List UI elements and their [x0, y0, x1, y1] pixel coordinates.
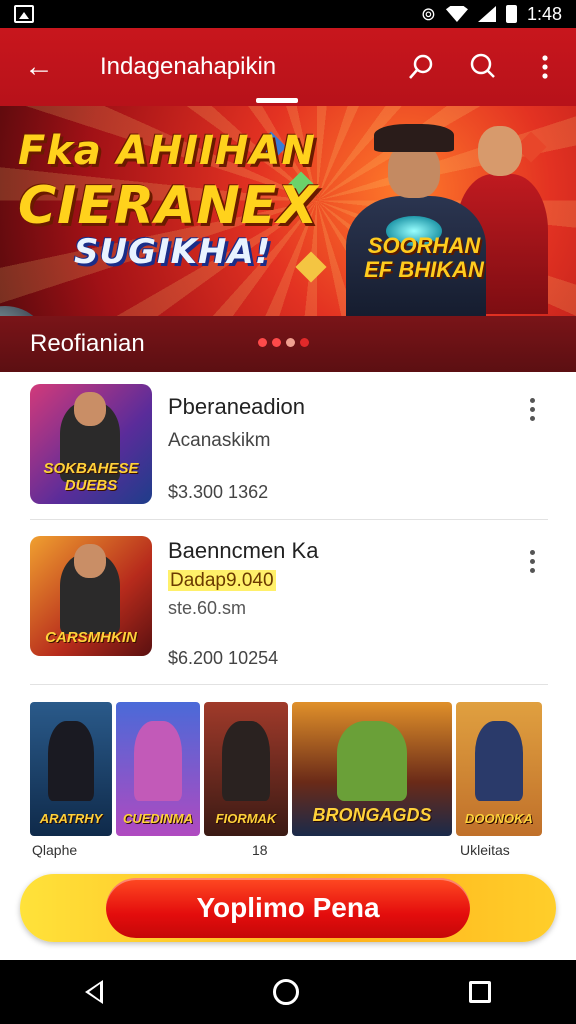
- game-tile[interactable]: BRONGAGDS: [292, 702, 452, 836]
- carousel-dot[interactable]: [286, 338, 295, 347]
- game-thumbnail[interactable]: SOKBAHESE DUEBS: [30, 384, 152, 504]
- find-icon[interactable]: [452, 28, 514, 106]
- item-subtitle: ste.60.sm: [168, 598, 247, 618]
- item-name: Baenncmen Ka: [168, 538, 319, 563]
- divider: [30, 519, 548, 520]
- nfc-icon: ⊚: [420, 3, 436, 24]
- tile-caption: Qlaphe: [32, 842, 78, 858]
- tile-label: BRONGAGDS: [312, 805, 432, 825]
- game-tile[interactable]: FIORMAK: [204, 702, 288, 836]
- item-highlight: Dadap9.040: [168, 570, 276, 591]
- item-price: $6.200 10254: [168, 648, 279, 668]
- tile-caption: 18: [252, 842, 268, 858]
- thumbnail-label: SOKBAHESE DUEBS: [43, 460, 139, 494]
- carousel-dot[interactable]: [300, 338, 309, 347]
- item-name: Pberaneadion: [168, 394, 306, 419]
- banner-headline-1: Fka AHIIHAN: [18, 128, 316, 174]
- more-options-icon[interactable]: [530, 398, 538, 421]
- app-title: Indagenahapikin: [100, 53, 277, 80]
- status-time: 1:48: [526, 3, 562, 24]
- game-thumbnail[interactable]: CARSMHKIN: [30, 536, 152, 656]
- back-arrow-icon[interactable]: ←: [0, 28, 78, 106]
- battery-icon: [505, 5, 517, 23]
- app-bar: ← Indagenahapikin: [0, 28, 576, 106]
- content-card: SOKBAHESE DUEBS Pberaneadion Acanaskikm …: [12, 372, 564, 862]
- list-item[interactable]: SOKBAHESE DUEBS Pberaneadion Acanaskikm …: [30, 372, 548, 522]
- cta-button[interactable]: Yoplimo Pena: [106, 878, 470, 938]
- tile-label: ARATRHY: [39, 811, 103, 826]
- item-price: $3.300 1362: [168, 482, 269, 502]
- more-options-icon[interactable]: [530, 550, 538, 573]
- nav-back-icon[interactable]: [85, 980, 103, 1004]
- image-notification-icon: [14, 5, 34, 23]
- overflow-menu-icon[interactable]: [514, 28, 576, 106]
- divider: [30, 684, 548, 685]
- tile-label: DOONOKA: [465, 811, 533, 826]
- signal-icon: [477, 6, 496, 22]
- wifi-icon: [445, 6, 468, 22]
- nav-recents-icon[interactable]: [469, 981, 491, 1003]
- cta-area: Yoplimo Pena: [0, 862, 576, 960]
- tab-indicator: [256, 98, 298, 103]
- game-tiles-row: ARATRHY CUEDINMA FIORMAK BRONGAGDS DOONO…: [30, 702, 550, 836]
- banner-subtitle: SOORHAN EF BHIKAN: [364, 233, 484, 282]
- game-tile[interactable]: ARATRHY: [30, 702, 112, 836]
- promo-banner[interactable]: Fka AHIIHAN CIERANEX SUGIKHA! SOORHAN EF…: [0, 106, 576, 316]
- game-tile[interactable]: CUEDINMA: [116, 702, 200, 836]
- list-item[interactable]: CARSMHKIN Baenncmen Ka Dadap9.040 ste.60…: [30, 524, 548, 674]
- banner-headline-3: SUGIKHA!: [74, 232, 272, 272]
- thumbnail-label: CARSMHKIN: [45, 629, 137, 646]
- status-bar: ⊚ 1:48: [0, 0, 576, 28]
- banner-character-main: [340, 120, 490, 316]
- tile-caption: Ukleitas: [460, 842, 510, 858]
- cta-frame: Yoplimo Pena: [20, 874, 556, 942]
- nav-home-icon[interactable]: [273, 979, 299, 1005]
- carousel-dots[interactable]: [258, 338, 309, 347]
- tile-label: FIORMAK: [215, 811, 277, 826]
- tile-label: CUEDINMA: [122, 811, 194, 826]
- tile-captions: Qlaphe 18 Ukleitas: [30, 842, 550, 862]
- banner-headline-2: CIERANEX: [18, 176, 319, 236]
- carousel-dot[interactable]: [258, 338, 267, 347]
- item-subtitle: Acanaskikm: [168, 430, 271, 451]
- carousel-dot[interactable]: [272, 338, 281, 347]
- game-tile[interactable]: DOONOKA: [456, 702, 542, 836]
- system-nav-bar: [0, 960, 576, 1024]
- search-icon[interactable]: [390, 28, 452, 106]
